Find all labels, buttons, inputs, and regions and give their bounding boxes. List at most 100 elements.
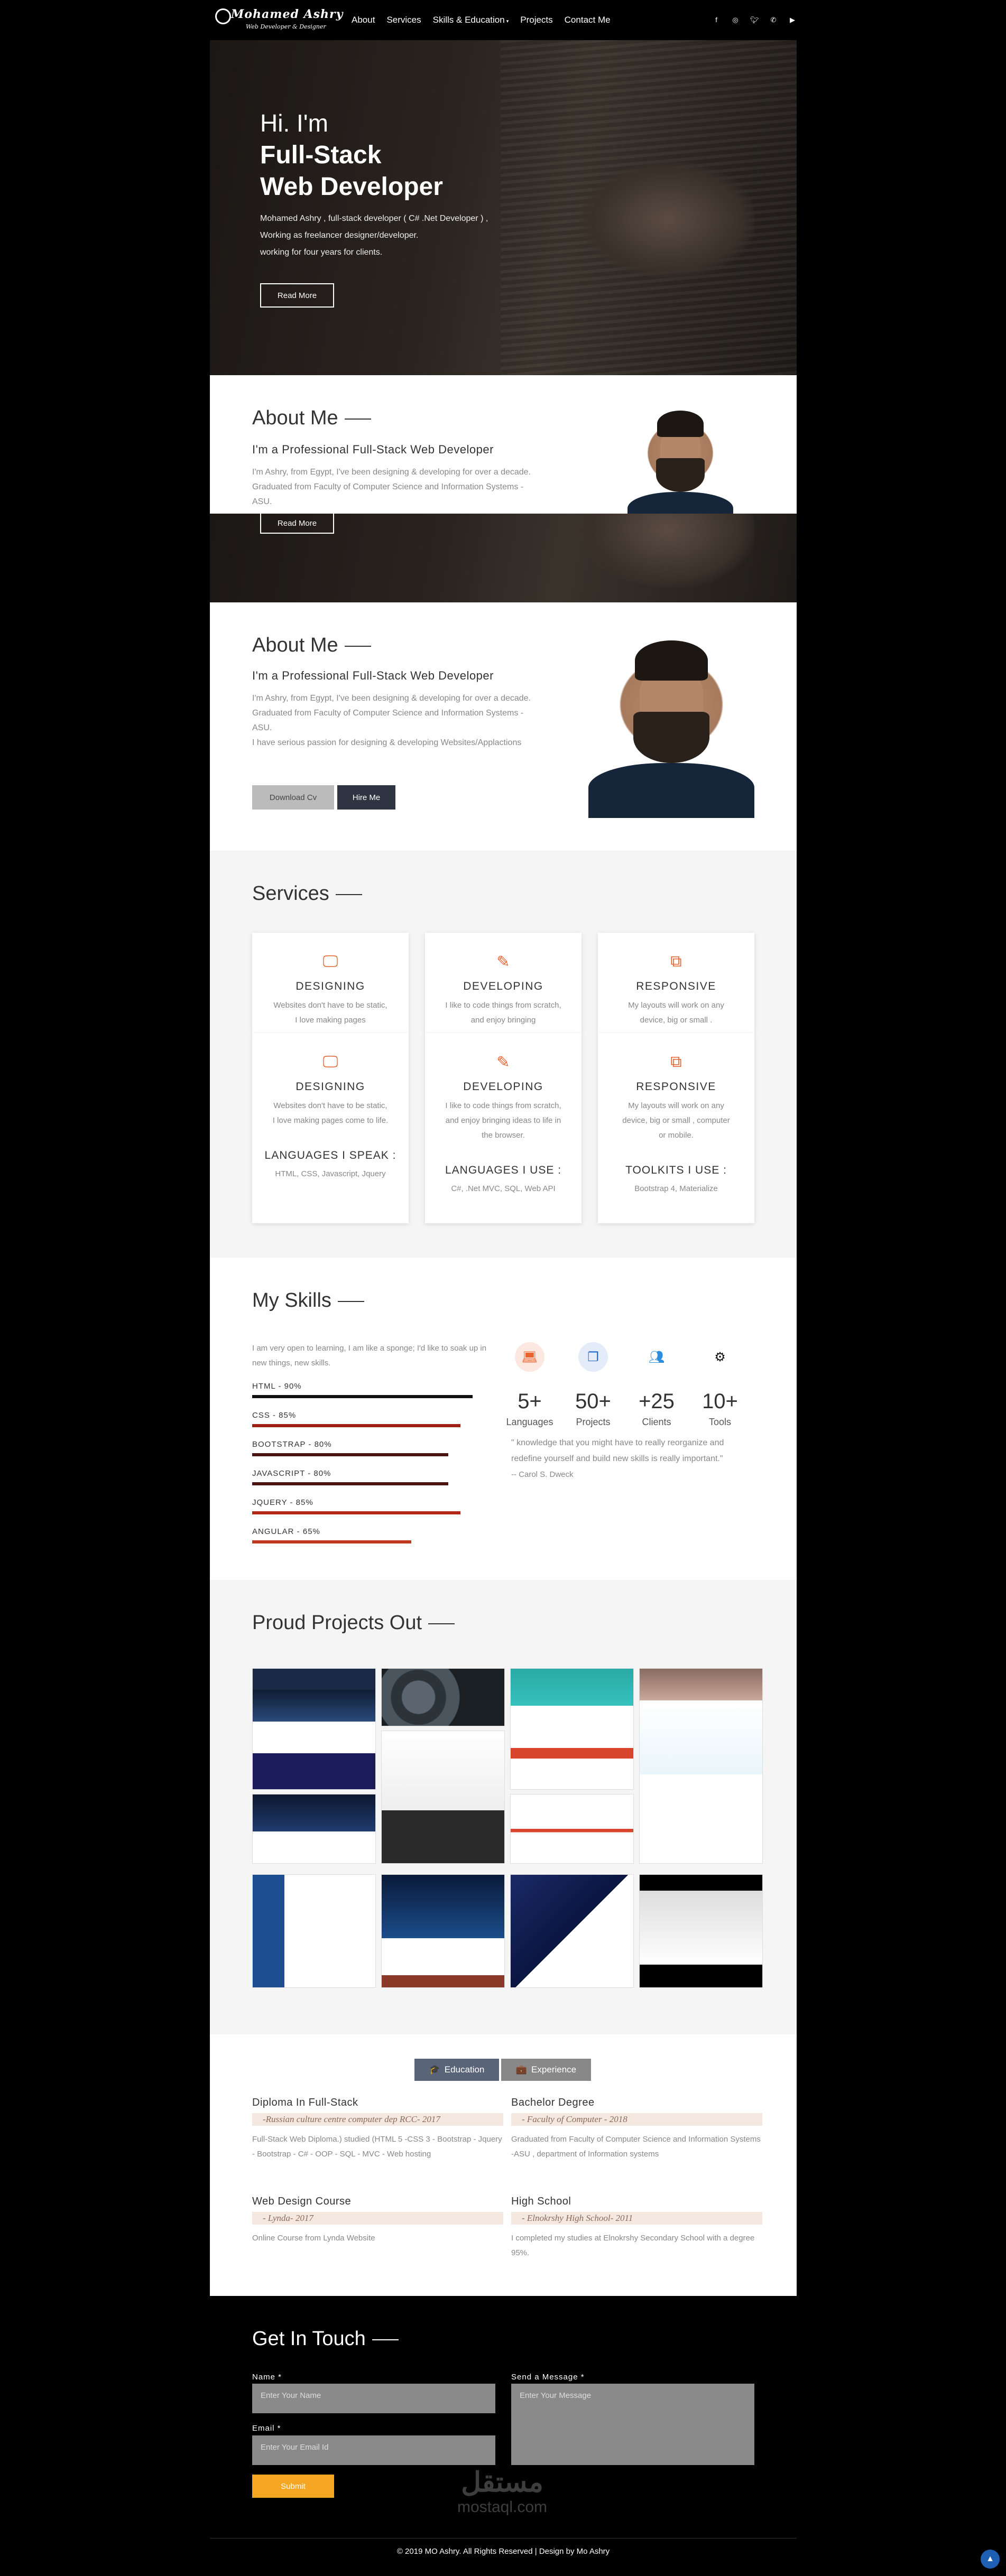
about-title: About Me [252,634,371,657]
watermark: مستقل mostaql.com [441,2467,563,2516]
whatsapp-icon[interactable]: ✆ [769,16,778,24]
hero-title-line2: Web Developer [260,173,443,201]
education-source: - Faculty of Computer - 2018 [511,2113,762,2126]
tab-experience[interactable]: 💼 Experience [501,2059,591,2081]
name-field[interactable]: Enter Your Name [252,2384,495,2413]
about-preview-title: About Me [252,407,371,430]
stat-item: ⚙ 10+ Tools [686,1342,754,1428]
service-title: RESPONSIVE [636,1081,716,1093]
project-thumbnail-2[interactable] [381,1668,505,1726]
education-item: Diploma In Full-Stack -Russian culture c… [252,2097,503,2162]
service-card-designing-clipped: 🖵 DESIGNING Websites don't have to be st… [252,933,409,1033]
logo-title: Mohamed Ashry [231,7,344,21]
laptop-icon: 💻︎ [515,1342,544,1372]
skill-label: JAVASCRIPT - 80% [252,1469,331,1478]
hero-desc-line: Mohamed Ashry , full-stack developer ( C… [260,214,488,223]
about-text-p2: I have serious passion for designing & d… [252,738,522,747]
monitor-icon: 🖵 [322,953,338,970]
services-title: Services [252,882,362,905]
email-field[interactable]: Enter Your Email Id [252,2435,495,2465]
youtube-icon[interactable]: ▶ [788,16,797,24]
education-source: - Lynda- 2017 [252,2212,503,2225]
project-thumbnail-9[interactable] [381,1874,505,1988]
nav-link-services[interactable]: Services [386,15,421,25]
scroll-to-top-button[interactable]: ▲ [981,2550,1000,2569]
monitor-icon: 🖵 [322,1053,338,1071]
project-thumbnail-11[interactable] [639,1874,763,1988]
education-item: High School - Elnokrshy High School- 201… [511,2196,762,2261]
portrait-beard [633,712,710,764]
edit-icon: ✎ [496,953,510,971]
hero-greeting: Hi. I'm [260,109,328,137]
responsive-icon: ⧉ [670,953,682,970]
stat-item: 👥︎ +25 Clients [622,1342,691,1428]
project-thumbnail-1[interactable] [252,1668,376,1790]
about-preview-section: About Me I'm a Professional Full-Stack W… [210,375,797,514]
nav-link-skills-education[interactable]: Skills & Education ▾ [433,15,509,25]
education-desc: Online Course from Lynda Website [252,2234,375,2243]
education-title: Web Design Course [252,2196,352,2207]
nav-link-about[interactable]: About [352,15,375,25]
projects-section: Proud Projects Out [210,1580,797,2034]
nav-link-projects[interactable]: Projects [520,15,552,25]
service-card-responsive-clipped: ⧉ RESPONSIVE My layouts will work on any… [598,933,754,1033]
logo-mark-icon [215,8,231,24]
education-desc: I completed my studies at Elnokrshy Seco… [511,2234,755,2257]
submit-button[interactable]: Submit [252,2475,334,2498]
project-thumbnail-7[interactable] [510,1794,634,1864]
stat-number: 50+ [575,1390,611,1413]
portrait-hair [657,410,704,438]
project-thumbnail-6[interactable] [381,1731,505,1864]
portrait-image [588,635,754,818]
hero-section: Hi. I'm Full-Stack Web Developer Mohamed… [210,40,797,375]
stat-label: Tools [708,1417,732,1427]
social-icons: f ◎ 🐦︎ ✆ ▶ [712,16,797,24]
download-cv-button[interactable]: Download Cv [252,785,334,810]
hero-hand-bg [580,162,754,278]
skill-bar [252,1511,460,1514]
project-thumbnail-3[interactable] [510,1668,634,1790]
skill-bar [252,1424,460,1427]
service-list: HTML, CSS, Javascript, Jquery [275,1169,386,1178]
watermark-url: mostaql.com [457,2498,548,2516]
tab-experience-label: Experience [531,2064,577,2075]
project-thumbnail-8[interactable] [252,1874,376,1988]
hero-desc-line: working for four years for clients. [260,248,383,257]
education-item: Web Design Course - Lynda- 2017 Online C… [252,2196,503,2246]
about-section: About Me I'm a Professional Full-Stack W… [210,602,797,851]
contact-section: Get In Touch Name * Enter Your Name Emai… [210,2328,797,2498]
hero-title-line1: Full-Stack [260,141,382,169]
skill-bar [252,1540,411,1543]
hero-overlay-strip: Read More [210,514,797,602]
twitter-icon[interactable]: 🐦︎ [750,16,759,24]
about-subtitle: I'm a Professional Full-Stack Web Develo… [252,669,494,682]
watermark-arabic: مستقل [461,2467,543,2498]
nav-link-contact[interactable]: Contact Me [565,15,611,25]
hero-read-more-button[interactable]: Read More [260,283,334,308]
skill-label: ANGULAR - 65% [252,1527,320,1536]
portrait-shirt [627,492,733,514]
message-label: Send a Message * [511,2373,585,2382]
overlay-read-more-button[interactable]: Read More [260,514,334,534]
instagram-icon[interactable]: ◎ [731,16,740,24]
stat-label: Projects [576,1417,611,1427]
logo[interactable]: Mohamed Ashry Web Developer & Designer [215,5,343,35]
project-thumbnail-5[interactable] [252,1794,376,1864]
stat-label: Clients [642,1417,671,1427]
skill-item: CSS - 85% [252,1411,479,1427]
tab-education[interactable]: 🎓 Education [414,2059,499,2081]
hero-desc-line: Working as freelancer designer/developer… [260,231,419,240]
facebook-icon[interactable]: f [712,16,721,24]
message-field[interactable]: Enter Your Message [511,2384,754,2465]
edit-icon: ✎ [496,1054,510,1071]
navbar: Mohamed Ashry Web Developer & Designer A… [210,0,797,40]
skill-label: JQUERY - 85% [252,1498,313,1507]
project-thumbnail-10[interactable] [510,1874,634,1988]
project-thumbnail-4[interactable] [639,1668,763,1864]
education-desc: Full-Stack Web Diploma.) studied (HTML 5… [252,2135,502,2159]
skill-bar [252,1395,473,1398]
graduation-cap-icon: 🎓 [429,2064,440,2075]
service-card-responsive: ⧉ RESPONSIVE My layouts will work on any… [598,1033,754,1223]
hire-me-button[interactable]: Hire Me [337,785,395,810]
service-heading: LANGUAGES I SPEAK : [264,1149,396,1161]
